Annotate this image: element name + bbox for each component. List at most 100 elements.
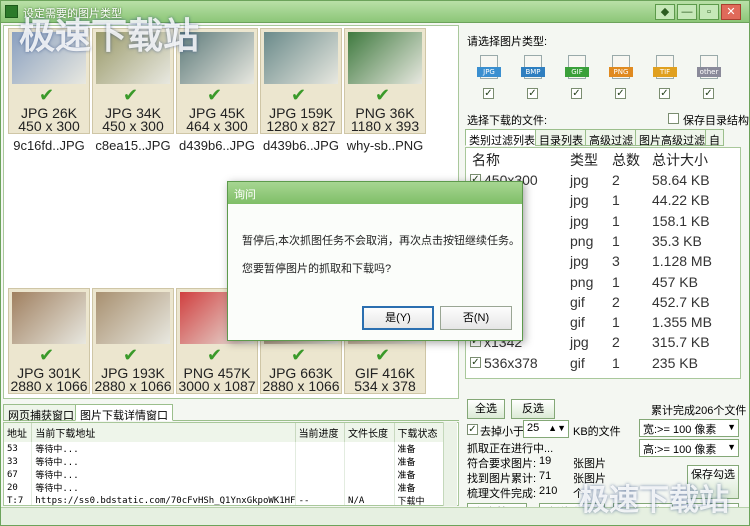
yes-button[interactable]: 是(Y): [362, 306, 434, 330]
col-name: 名称: [472, 152, 500, 168]
type-tag: BMP: [521, 67, 545, 77]
bmp-type-icon[interactable]: BMP: [521, 55, 545, 85]
other-type-icon[interactable]: other: [697, 55, 721, 85]
thumbnail-image: [264, 32, 338, 84]
log-cell: 准备: [394, 455, 444, 468]
row-size: 158.1 KB: [652, 212, 710, 229]
check-icon: ✔: [123, 85, 139, 105]
row-count: 1: [612, 192, 620, 209]
save-dir-checkbox[interactable]: [668, 113, 679, 124]
type-checkbox[interactable]: ✓: [527, 88, 538, 99]
minimize-button[interactable]: —: [677, 4, 697, 20]
row-count: 3: [612, 253, 620, 270]
image-tile[interactable]: ✔ JPG 301K 2880 x 1066: [8, 288, 90, 394]
row-size: 35.3 KB: [652, 232, 702, 249]
row-count: 2: [612, 293, 620, 310]
log-scrollbar[interactable]: [443, 422, 457, 506]
log-cell: [295, 442, 346, 455]
log-col-header[interactable]: 文件长度: [344, 423, 395, 442]
check-icon: ✔: [291, 85, 307, 105]
height-filter-select[interactable]: 高:>= 100 像素 ▼: [639, 439, 739, 457]
tif-type-icon[interactable]: TIF: [653, 55, 677, 85]
tab-download-details[interactable]: 图片下载详情窗口: [75, 404, 173, 422]
width-filter-select[interactable]: 宽:>= 100 像素 ▼: [639, 419, 739, 437]
log-cell: 等待中...: [31, 442, 296, 455]
row-size: 457 KB: [652, 273, 698, 290]
check-icon: ✔: [291, 345, 307, 365]
log-row[interactable]: 20 等待中... 准备: [4, 481, 444, 494]
log-row[interactable]: 67 等待中... 准备: [4, 468, 444, 481]
tab-more[interactable]: 自: [705, 129, 724, 147]
log-cell: 等待中...: [31, 455, 296, 468]
image-dimensions: 464 x 300: [186, 118, 248, 134]
row-size: 235 KB: [652, 354, 698, 371]
log-cell: --: [295, 494, 346, 505]
log-col-header[interactable]: 当前下载地址: [31, 423, 296, 442]
filter-row[interactable]: ✓ 536x378 gif 1 235 KB: [466, 353, 728, 373]
log-col-header[interactable]: 下载状态: [394, 423, 444, 442]
main-window: 设定需要的图片类型 ◆ — ▫ ✕ ✔ JPG 26K 450 x 300 9c16f…: [0, 0, 750, 526]
thumbnail-image: [12, 292, 86, 344]
log-cell: 下载中: [394, 494, 444, 505]
tab-category-filter[interactable]: 类别过滤列表: [465, 129, 539, 147]
image-dimensions: 1180 x 393: [350, 118, 420, 134]
maximize-button[interactable]: ▫: [699, 4, 719, 20]
tab-web-capture[interactable]: 网页捕获窗口: [3, 404, 79, 422]
done-count: 累计完成206个文件: [651, 405, 747, 417]
select-files-label: 选择下载的文件:: [467, 115, 548, 127]
png-type-icon[interactable]: PNG: [609, 55, 633, 85]
row-size: 1.355 MB: [652, 314, 712, 331]
log-cell: https://ss0.bdstatic.com/70cFvHSh_Q1YnxG…: [31, 494, 296, 505]
check-icon: ✔: [39, 345, 55, 365]
dialog-message-1: 暂停后,本次抓图任务不会取消，再次点击按钮继续任务。: [242, 235, 521, 247]
check-icon: ✔: [375, 345, 391, 365]
image-tile[interactable]: ✔ JPG 159K 1280 x 827: [260, 28, 342, 134]
tab-advanced-filter[interactable]: 高级过滤: [585, 129, 637, 147]
log-row[interactable]: T:7 https://ss0.bdstatic.com/70cFvHSh_Q1Y…: [4, 494, 444, 505]
type-tag: TIF: [653, 67, 677, 77]
jpg-type-icon[interactable]: JPG: [477, 55, 501, 85]
log-col-header[interactable]: 地址: [4, 423, 33, 442]
no-button[interactable]: 否(N): [440, 306, 512, 330]
type-checkbox[interactable]: ✓: [483, 88, 494, 99]
row-name: 536x378: [484, 354, 538, 371]
log-cell: 准备: [394, 481, 444, 494]
log-row[interactable]: 33 等待中... 准备: [4, 455, 444, 468]
row-type: jpg: [570, 192, 589, 209]
row-size: 58.64 KB: [652, 172, 710, 188]
image-dimensions: 2880 x 1066: [262, 378, 340, 394]
image-filename: why-sb..PNG: [346, 138, 424, 153]
type-checkbox[interactable]: ✓: [659, 88, 670, 99]
tab-image-advanced-filter[interactable]: 图片高级过滤: [635, 129, 709, 147]
image-tile[interactable]: ✔ PNG 36K 1180 x 393: [344, 28, 426, 134]
type-tag: other: [697, 67, 721, 77]
log-tabs: 网页捕获窗口 图片下载详情窗口: [3, 403, 459, 422]
remove-small-checkbox[interactable]: ✓: [467, 424, 478, 435]
row-type: gif: [570, 354, 585, 371]
tab-directory-list[interactable]: 目录列表: [535, 129, 587, 147]
type-checkbox[interactable]: ✓: [571, 88, 582, 99]
row-checkbox[interactable]: ✓: [470, 356, 481, 368]
image-tile[interactable]: ✔ JPG 193K 2880 x 1066: [92, 288, 174, 394]
row-count: 1: [612, 212, 620, 229]
type-checkbox[interactable]: ✓: [615, 88, 626, 99]
min-size-input[interactable]: 25 ▲▼: [523, 420, 569, 438]
log-col-header[interactable]: 当前进度: [295, 423, 346, 442]
select-all-button[interactable]: 全选: [467, 399, 505, 419]
skin-button[interactable]: ◆: [655, 4, 675, 20]
row-type: jpg: [570, 334, 589, 351]
log-cell: [295, 481, 346, 494]
stat-label: 找到图片累计:: [467, 473, 537, 485]
row-count: 1: [612, 273, 620, 290]
log-cell: 67: [4, 468, 33, 481]
log-cell: 等待中...: [31, 468, 296, 481]
watermark-bottom: 极速下载站: [579, 483, 729, 518]
row-size: 315.7 KB: [652, 334, 710, 351]
type-checkbox[interactable]: ✓: [703, 88, 714, 99]
gif-type-icon[interactable]: GIF: [565, 55, 589, 85]
close-button[interactable]: ✕: [721, 4, 741, 20]
image-filename: c8ea15..JPG: [95, 138, 171, 153]
log-row[interactable]: 53 等待中... 准备: [4, 442, 444, 455]
invert-selection-button[interactable]: 反选: [511, 399, 555, 419]
row-count: 2: [612, 334, 620, 351]
